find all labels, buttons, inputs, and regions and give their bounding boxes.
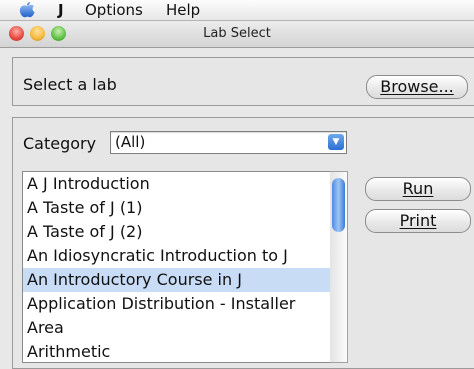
scrollbar-thumb[interactable] (332, 178, 345, 232)
list-item[interactable]: Area (23, 316, 331, 340)
list-item[interactable]: A Taste of J (2) (23, 220, 331, 244)
list-item-selected[interactable]: An Introductory Course in J (23, 268, 331, 292)
menu-bar: J Options Help (0, 0, 474, 21)
list-item[interactable]: A J Introduction (23, 172, 331, 196)
window-title: Lab Select (203, 26, 271, 41)
category-label: Category (23, 134, 97, 153)
menu-options[interactable]: Options (85, 1, 143, 19)
browse-button[interactable]: Browse... (366, 75, 468, 99)
window-title-bar[interactable]: Lab Select (0, 21, 474, 48)
category-value: (All) (115, 133, 146, 151)
list-item[interactable]: Application Distribution - Installer (23, 292, 331, 316)
run-button[interactable]: Run (365, 177, 471, 201)
menu-j[interactable]: J (58, 1, 64, 19)
print-button[interactable]: Print (365, 209, 471, 233)
menu-help[interactable]: Help (166, 1, 200, 19)
select-lab-label: Select a lab (23, 75, 117, 94)
apple-menu-icon[interactable] (17, 1, 37, 19)
list-item[interactable]: An Idiosyncratic Introduction to J (23, 244, 331, 268)
select-lab-panel: Select a lab Browse... (12, 57, 474, 106)
list-item[interactable]: Arithmetic (23, 340, 331, 362)
dropdown-arrow-icon[interactable]: ▼ (328, 134, 344, 150)
lab-list[interactable]: A J Introduction A Taste of J (1) A Tast… (22, 171, 332, 363)
category-select[interactable]: (All) ▼ (110, 131, 347, 154)
lab-list-scrollbar[interactable] (330, 171, 348, 363)
list-item[interactable]: A Taste of J (1) (23, 196, 331, 220)
